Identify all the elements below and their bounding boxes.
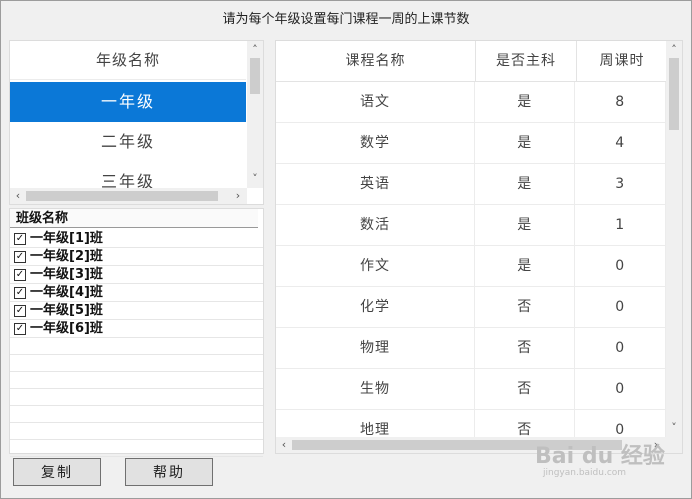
- weekly-hours-cell[interactable]: 0: [575, 410, 666, 437]
- course-table-header: 课程名称 是否主科 周课时: [276, 41, 668, 82]
- course-name-cell[interactable]: 地理: [276, 410, 475, 437]
- checkbox-checked-icon[interactable]: ✓: [14, 232, 26, 245]
- dialog-title: 请为每个年级设置每门课程一周的上课节数: [222, 12, 470, 27]
- class-item-label: 一年级[5]班: [30, 303, 103, 318]
- weekly-hours-cell[interactable]: 4: [575, 123, 666, 163]
- chevron-left-icon[interactable]: ‹: [11, 189, 25, 203]
- checkbox-checked-icon[interactable]: ✓: [14, 304, 26, 317]
- grade-item[interactable]: 三年级: [10, 162, 246, 188]
- column-header-weekly-hours[interactable]: 周课时: [577, 41, 668, 81]
- empty-row: [10, 389, 263, 406]
- grade-list-vscrollbar[interactable]: ˄ ˅: [247, 41, 263, 188]
- chevron-down-icon[interactable]: ˅: [667, 421, 681, 435]
- is-major-cell[interactable]: 否: [475, 287, 576, 327]
- class-item-label: 一年级[1]班: [30, 231, 103, 246]
- course-table-vscrollbar[interactable]: ˄ ˅: [666, 41, 682, 437]
- empty-row: [10, 440, 263, 457]
- chevron-up-icon[interactable]: ˄: [248, 43, 262, 57]
- copy-button[interactable]: 复制: [13, 458, 101, 486]
- watermark: Bai du 经验 jingyan.baidu.com: [535, 438, 685, 488]
- checkbox-checked-icon[interactable]: ✓: [14, 268, 26, 281]
- weekly-hours-cell[interactable]: 1: [575, 205, 666, 245]
- course-table-vscroll-thumb[interactable]: [669, 58, 679, 130]
- weekly-hours-cell[interactable]: 0: [575, 287, 666, 327]
- empty-row: [10, 355, 263, 372]
- course-name-cell[interactable]: 数活: [276, 205, 475, 245]
- course-name-cell[interactable]: 物理: [276, 328, 475, 368]
- is-major-cell[interactable]: 否: [475, 328, 576, 368]
- course-name-cell[interactable]: 作文: [276, 246, 475, 286]
- grade-list-vscroll-thumb[interactable]: [250, 58, 260, 94]
- table-row[interactable]: 作文是 0: [276, 246, 666, 287]
- class-item-label: 一年级[6]班: [30, 321, 103, 336]
- weekly-hours-cell[interactable]: 0: [575, 246, 666, 286]
- class-item[interactable]: ✓ 一年级[3]班: [10, 266, 263, 284]
- grade-list-rows: 一年级 二年级 三年级: [10, 82, 246, 188]
- column-header-course-name[interactable]: 课程名称: [276, 41, 476, 81]
- checkbox-checked-icon[interactable]: ✓: [14, 250, 26, 263]
- class-item[interactable]: ✓ 一年级[4]班: [10, 284, 263, 302]
- is-major-cell[interactable]: 是: [475, 164, 576, 204]
- is-major-cell[interactable]: 是: [475, 246, 576, 286]
- class-item-label: 一年级[3]班: [30, 267, 103, 282]
- empty-row: [10, 406, 263, 423]
- chevron-left-icon[interactable]: ‹: [277, 438, 291, 452]
- class-item[interactable]: ✓ 一年级[6]班: [10, 320, 263, 338]
- table-row[interactable]: 物理否 0: [276, 328, 666, 369]
- checkbox-checked-icon[interactable]: ✓: [14, 286, 26, 299]
- is-major-cell[interactable]: 否: [475, 369, 576, 409]
- grade-list-hscroll-thumb[interactable]: [26, 191, 218, 201]
- weekly-hours-cell[interactable]: 0: [575, 328, 666, 368]
- table-row[interactable]: 数活是 1: [276, 205, 666, 246]
- grade-item[interactable]: 二年级: [10, 122, 246, 162]
- course-name-cell[interactable]: 化学: [276, 287, 475, 327]
- course-table: 课程名称 是否主科 周课时 语文是 8 数学是 4 英语是 3 数活是 1 作文是 0 化…: [275, 40, 683, 454]
- grade-list-hscrollbar[interactable]: ‹ ›: [10, 188, 247, 204]
- chevron-down-icon[interactable]: ˅: [248, 172, 262, 186]
- weekly-hours-cell[interactable]: 3: [575, 164, 666, 204]
- grade-list: 年级名称 一年级 二年级 三年级 ˄ ˅ ‹ ›: [9, 40, 264, 205]
- is-major-cell[interactable]: 否: [475, 410, 576, 437]
- class-list-header: 班级名称: [10, 209, 258, 228]
- class-item-label: 一年级[4]班: [30, 285, 103, 300]
- course-name-cell[interactable]: 语文: [276, 82, 475, 122]
- weekly-hours-cell[interactable]: 8: [575, 82, 666, 122]
- is-major-cell[interactable]: 是: [475, 82, 576, 122]
- course-name-cell[interactable]: 英语: [276, 164, 475, 204]
- course-table-body: 语文是 8 数学是 4 英语是 3 数活是 1 作文是 0 化学否 0 物理否 0 生物否 0 …: [276, 82, 666, 437]
- chevron-right-icon[interactable]: ›: [231, 189, 245, 203]
- class-list: 班级名称 ✓ 一年级[1]班 ✓ 一年级[2]班 ✓ 一年级[3]班 ✓ 一年级[4]班…: [9, 208, 264, 457]
- grade-list-header: 年级名称: [10, 41, 246, 80]
- class-item-label: 一年级[2]班: [30, 249, 103, 264]
- course-name-cell[interactable]: 数学: [276, 123, 475, 163]
- is-major-cell[interactable]: 是: [475, 123, 576, 163]
- empty-row: [10, 372, 263, 389]
- empty-row: [10, 423, 263, 440]
- table-row[interactable]: 数学是 4: [276, 123, 666, 164]
- checkbox-checked-icon[interactable]: ✓: [14, 322, 26, 335]
- table-row[interactable]: 化学否 0: [276, 287, 666, 328]
- watermark-url: jingyan.baidu.com: [543, 468, 627, 478]
- table-row[interactable]: 语文是 8: [276, 82, 666, 123]
- empty-row: [10, 338, 263, 355]
- class-item[interactable]: ✓ 一年级[2]班: [10, 248, 263, 266]
- grade-item[interactable]: 一年级: [10, 82, 246, 122]
- course-name-cell[interactable]: 生物: [276, 369, 475, 409]
- weekly-hours-cell[interactable]: 0: [575, 369, 666, 409]
- help-button[interactable]: 帮助: [125, 458, 213, 486]
- watermark-brand: Bai du 经验: [535, 444, 665, 469]
- chevron-up-icon[interactable]: ˄: [667, 43, 681, 57]
- is-major-cell[interactable]: 是: [475, 205, 576, 245]
- class-list-rows: ✓ 一年级[1]班 ✓ 一年级[2]班 ✓ 一年级[3]班 ✓ 一年级[4]班 ✓ 一年级…: [10, 230, 263, 457]
- class-item[interactable]: ✓ 一年级[5]班: [10, 302, 263, 320]
- table-row[interactable]: 英语是 3: [276, 164, 666, 205]
- table-row[interactable]: 地理否 0: [276, 410, 666, 437]
- class-item[interactable]: ✓ 一年级[1]班: [10, 230, 263, 248]
- table-row[interactable]: 生物否 0: [276, 369, 666, 410]
- column-header-is-major[interactable]: 是否主科: [476, 41, 577, 81]
